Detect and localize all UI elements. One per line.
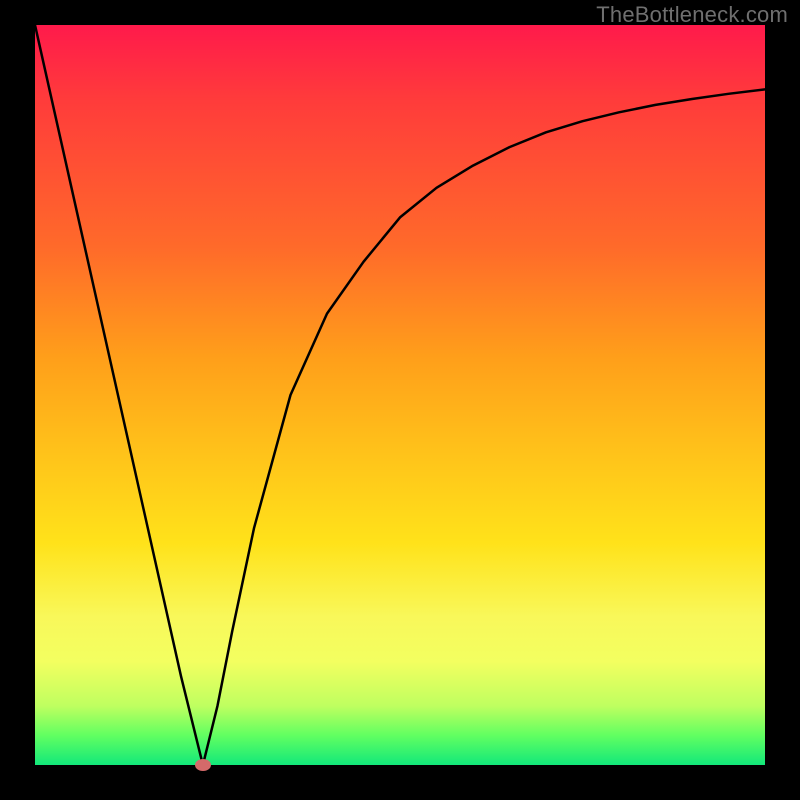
chart-frame: TheBottleneck.com	[0, 0, 800, 800]
plot-area	[35, 25, 765, 765]
optimum-marker	[195, 759, 211, 771]
bottleneck-curve	[35, 25, 765, 765]
